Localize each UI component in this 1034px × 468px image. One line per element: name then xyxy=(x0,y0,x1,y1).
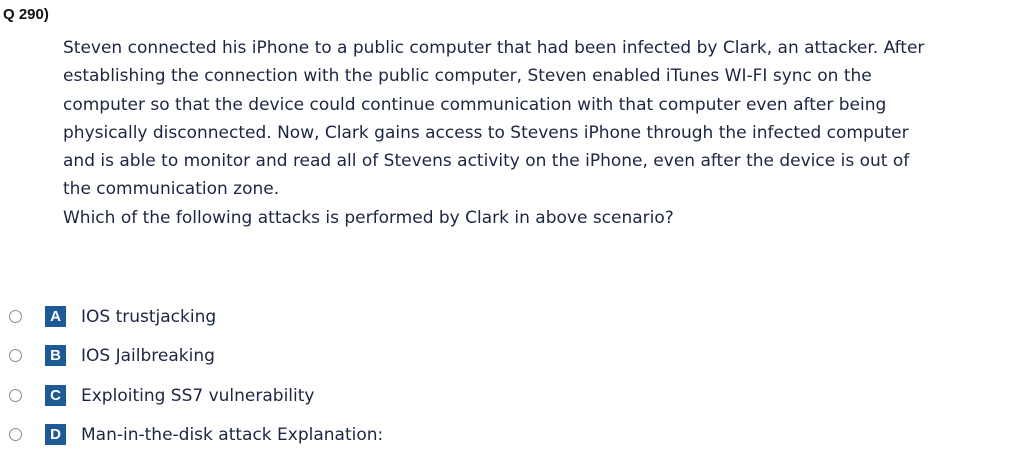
radio-button-a[interactable] xyxy=(9,310,22,323)
option-label: IOS Jailbreaking xyxy=(81,346,215,366)
question-stem: Steven connected his iPhone to a public … xyxy=(63,34,1013,232)
option-label: Exploiting SS7 vulnerability xyxy=(81,386,315,406)
option-letter-badge: D xyxy=(45,424,66,445)
question-number: Q 290) xyxy=(3,6,49,23)
option-c[interactable]: C Exploiting SS7 vulnerability xyxy=(0,383,700,413)
stem-line: Steven connected his iPhone to a public … xyxy=(63,38,925,58)
stem-line: establishing the connection with the pub… xyxy=(63,66,872,87)
option-d[interactable]: D Man-in-the-disk attack Explanation: xyxy=(0,422,700,452)
stem-line: and is able to monitor and read all of S… xyxy=(63,151,910,172)
radio-button-b[interactable] xyxy=(9,349,22,362)
option-letter-badge: A xyxy=(45,306,66,327)
option-b[interactable]: B IOS Jailbreaking xyxy=(0,343,700,373)
radio-button-c[interactable] xyxy=(9,389,22,402)
question-prompt: Which of the following attacks is perfor… xyxy=(63,207,674,228)
stem-line: physically disconnected. Now, Clark gain… xyxy=(63,122,909,143)
option-label: IOS trustjacking xyxy=(81,307,217,327)
option-label: Man-in-the-disk attack Explanation: xyxy=(81,425,384,445)
stem-line: computer so that the device could contin… xyxy=(63,94,887,115)
option-a[interactable]: A IOS trustjacking xyxy=(0,304,700,334)
option-letter-badge: B xyxy=(45,345,66,366)
option-letter-badge: C xyxy=(45,385,66,406)
radio-button-d[interactable] xyxy=(9,428,22,441)
stem-line: the communication zone. xyxy=(63,179,280,200)
